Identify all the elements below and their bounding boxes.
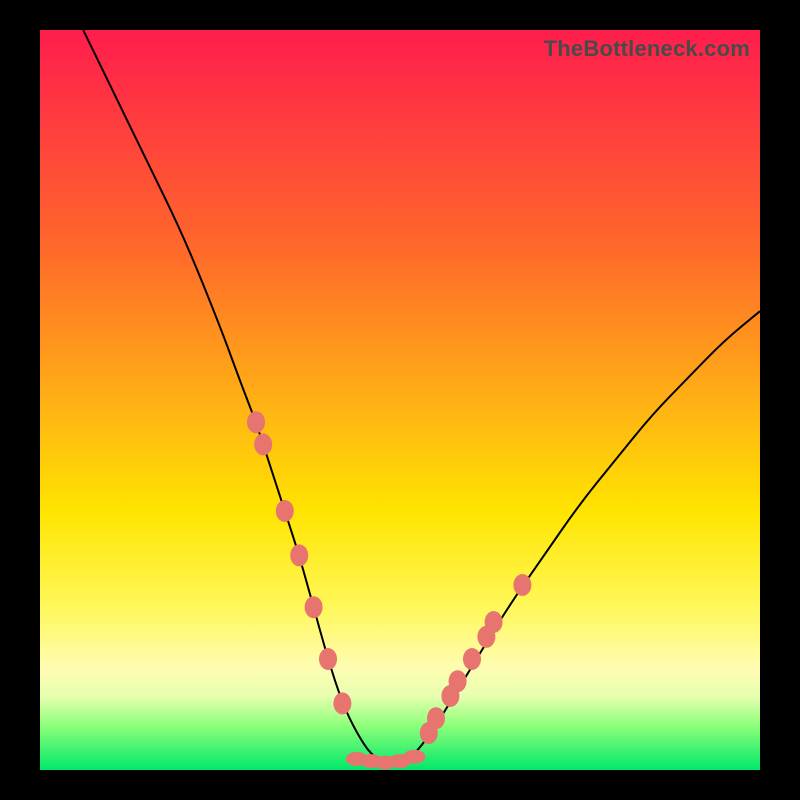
marker-dot bbox=[449, 670, 467, 692]
marker-dot bbox=[290, 544, 308, 566]
marker-dot bbox=[254, 433, 272, 455]
chart-frame: TheBottleneck.com bbox=[0, 0, 800, 800]
marker-dot bbox=[305, 596, 323, 618]
plot-area: TheBottleneck.com bbox=[40, 30, 760, 770]
bottom-marker-cluster bbox=[346, 750, 426, 770]
bottleneck-curve-svg bbox=[40, 30, 760, 770]
marker-dot bbox=[463, 648, 481, 670]
marker-dot bbox=[513, 574, 531, 596]
marker-dot bbox=[319, 648, 337, 670]
marker-dot bbox=[333, 692, 351, 714]
marker-dot bbox=[485, 611, 503, 633]
left-marker-cluster bbox=[247, 411, 351, 714]
marker-dot bbox=[427, 707, 445, 729]
marker-dot bbox=[403, 750, 425, 764]
marker-dot bbox=[276, 500, 294, 522]
bottleneck-curve bbox=[83, 30, 760, 763]
marker-dot bbox=[247, 411, 265, 433]
